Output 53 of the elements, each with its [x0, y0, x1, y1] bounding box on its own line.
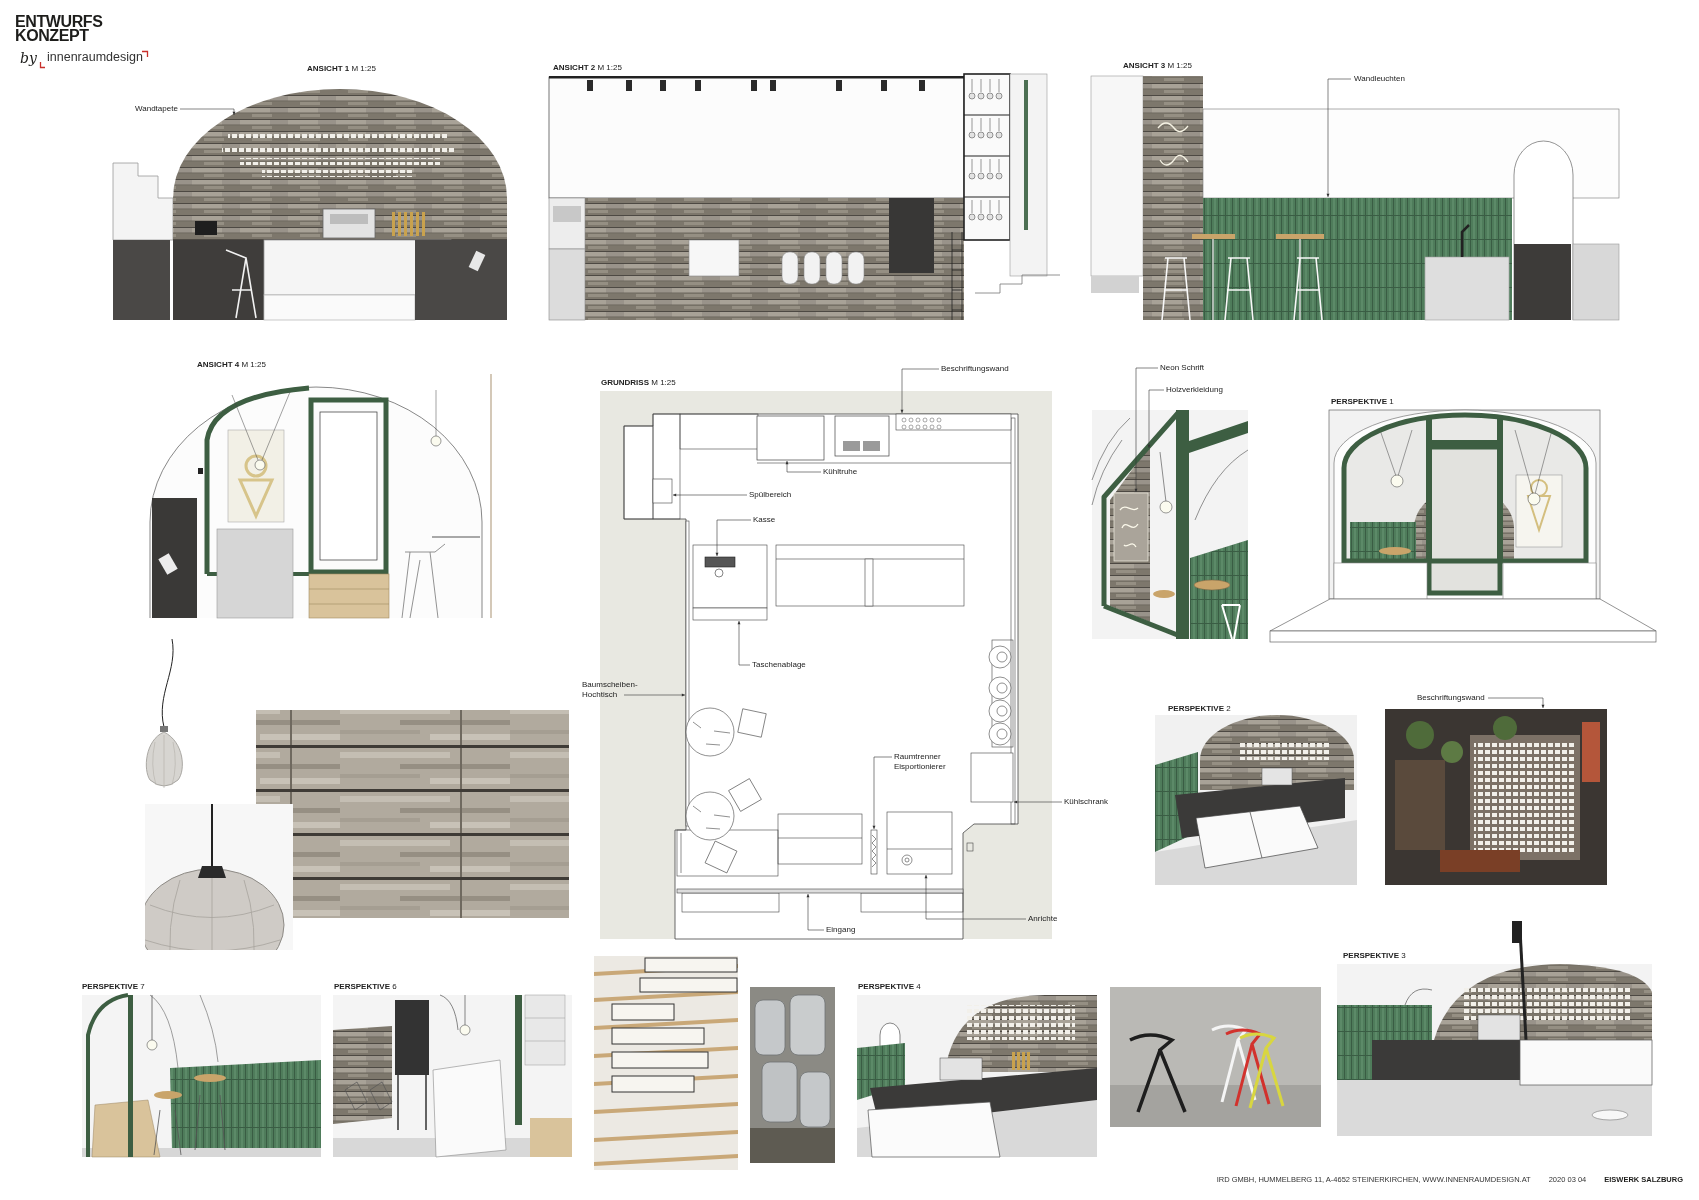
annotation-label: Raumtrenner Eisportionierer	[894, 752, 946, 772]
section-title: PERSPEKTIVE 1	[1331, 397, 1394, 407]
section-title: PERSPEKTIVE 4	[858, 982, 921, 992]
annotation-label: Kasse	[753, 515, 776, 525]
stool	[988, 645, 1012, 669]
bracket-icon	[39, 61, 46, 69]
annotation-label: Kühlschrank	[1064, 797, 1109, 807]
annotation-label: Wandtapete	[135, 104, 178, 114]
annotation-label: Wandleuchten	[1354, 74, 1405, 84]
section-title: ANSICHT 1 M 1:25	[307, 64, 376, 74]
high-table	[685, 707, 735, 757]
leader-line	[900, 368, 940, 414]
leader-line	[737, 620, 751, 666]
section-title: PERSPEKTIVE 6	[334, 982, 397, 992]
leader-line	[806, 893, 825, 931]
display-case	[834, 415, 890, 457]
sideboard	[886, 811, 953, 875]
leader-line	[1013, 800, 1063, 804]
annotation-label: Beschriftungswand	[941, 364, 1009, 374]
annotation-label: Kühltruhe	[823, 467, 858, 477]
section-title: ANSICHT 4 M 1:25	[197, 360, 266, 370]
section-title: GRUNDRISS M 1:25	[601, 378, 676, 388]
stool	[988, 699, 1012, 723]
annotation-label: Holzverkleidung	[1166, 385, 1223, 395]
annotation-label: Spülbereich	[749, 490, 792, 500]
leader-line	[623, 693, 686, 697]
leader-line	[785, 460, 822, 473]
cash-register-icon	[704, 556, 736, 578]
stool	[988, 676, 1012, 700]
section-title: PERSPEKTIVE 7	[82, 982, 145, 992]
annotation-label: Anrichte	[1028, 914, 1058, 924]
chair	[737, 708, 767, 738]
neon-sign	[1113, 492, 1149, 562]
annotation-label: Eingang	[826, 925, 856, 935]
logo-wordmark: innenraumdesign	[47, 50, 143, 65]
leader-line	[179, 108, 236, 116]
stool	[988, 722, 1012, 746]
section-title: PERSPEKTIVE 3	[1343, 951, 1406, 961]
logo-byline: by	[20, 50, 37, 66]
sink	[652, 478, 673, 504]
section-title: ANSICHT 3 M 1:25	[1123, 61, 1192, 71]
logo-title: ENTWURFS KONZEPT	[15, 15, 103, 43]
section-title: ANSICHT 2 M 1:25	[553, 63, 622, 73]
annotation-label: Beschriftungswand	[1417, 693, 1485, 703]
bracket-icon	[141, 50, 149, 58]
annotation-label: Baumscheiben- Hochtisch	[582, 680, 638, 700]
fridge	[970, 752, 1014, 803]
chest-freezer	[756, 415, 825, 461]
section-title: PERSPEKTIVE 2	[1168, 704, 1231, 714]
annotation-label: Taschenablage	[752, 660, 806, 670]
leader-line	[715, 519, 752, 557]
annotation-label: Neon Schrift	[1160, 363, 1205, 373]
leader-line	[1487, 697, 1545, 709]
